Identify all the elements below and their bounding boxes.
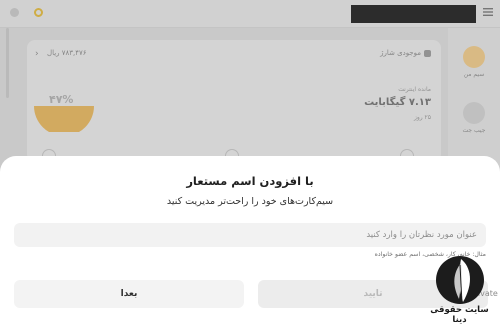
sheet-subtitle: سیم‌کارت‌های خود را راحت‌تر مدیریت کنید <box>166 196 334 207</box>
sheet-title: با افزودن اسم مستعار <box>186 174 314 188</box>
alias-input[interactable] <box>14 223 486 247</box>
later-button[interactable]: بعدا <box>14 280 244 308</box>
app-screen: سیم من جیب جت ‹ ۷۸۳,۴۷۶ ریال موجودی شارژ… <box>0 0 500 329</box>
feather-logo-icon <box>436 256 484 304</box>
watermark-text: سایت حقوقی دینا <box>430 305 489 325</box>
alias-bottom-sheet: با افزودن اسم مستعار سیم‌کارت‌های خود را… <box>0 156 500 329</box>
